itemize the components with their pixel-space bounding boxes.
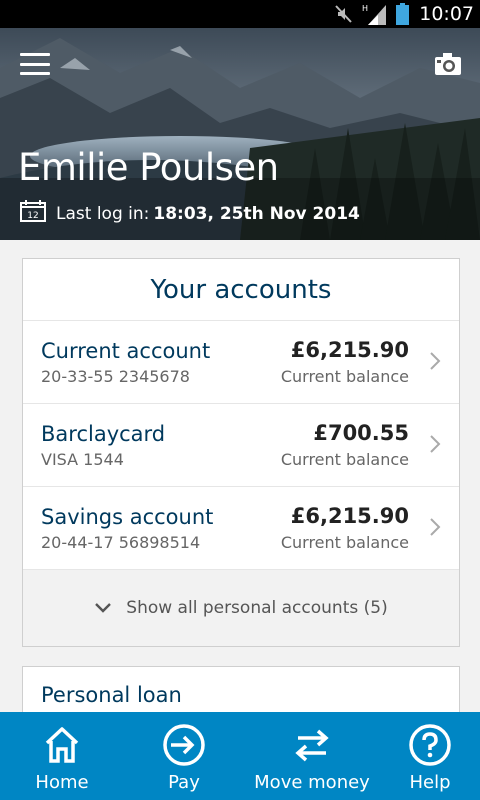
calendar-day-label: 12 (27, 211, 38, 221)
battery-icon (396, 3, 410, 25)
account-detail: 20-33-55 2345678 (41, 367, 190, 386)
menu-icon[interactable] (20, 53, 50, 75)
status-clock: 10:07 (419, 3, 474, 25)
chevron-right-icon (429, 351, 441, 375)
account-amount: £6,215.90 (290, 338, 409, 362)
last-login-label: Last log in: (56, 203, 150, 224)
last-login: 12 Last log in: 18:03, 25th Nov 2014 (20, 200, 360, 227)
nav-home-label: Home (35, 772, 89, 793)
account-balance-label: Current balance (280, 367, 409, 386)
svg-text:H: H (362, 4, 368, 13)
nav-pay[interactable]: Pay (124, 712, 244, 800)
account-row-savings[interactable]: Savings account 20-44-17 56898514 £6,215… (23, 487, 459, 570)
nav-pay-label: Pay (168, 772, 200, 793)
hero-header: Emilie Poulsen 12 Last log in: 18:03, 25… (0, 28, 480, 240)
chevron-down-icon (95, 603, 112, 613)
account-name: Barclaycard (41, 422, 166, 446)
accounts-card: Your accounts Current account 20-33-55 2… (22, 258, 460, 647)
camera-icon[interactable] (434, 52, 462, 80)
bottom-nav: Home Pay Move money Help (0, 712, 480, 800)
show-all-accounts-button[interactable]: Show all personal accounts (5) (23, 570, 459, 646)
nav-move-money[interactable]: Move money (244, 712, 380, 800)
status-bar: H 10:07 (0, 0, 480, 28)
pay-icon (162, 722, 206, 768)
account-balance-label: Current balance (280, 450, 409, 469)
account-balance-label: Current balance (280, 533, 409, 552)
account-amount: £700.55 (313, 421, 409, 445)
nav-home[interactable]: Home (0, 712, 124, 800)
mute-icon (334, 4, 354, 24)
account-name: Savings account (41, 505, 214, 529)
chevron-right-icon (429, 517, 441, 541)
chevron-right-icon (429, 434, 441, 458)
account-row-barclaycard[interactable]: Barclaycard VISA 1544 £700.55 Current ba… (23, 404, 459, 487)
hspa-signal-icon: H (362, 3, 388, 25)
account-amount: £6,215.90 (290, 504, 409, 528)
show-all-label: Show all personal accounts (5) (126, 598, 388, 618)
user-name: Emilie Poulsen (18, 146, 279, 189)
loan-name: Personal loan (41, 683, 182, 707)
transfer-icon (290, 722, 334, 768)
home-icon (42, 722, 82, 768)
account-detail: 20-44-17 56898514 (41, 533, 201, 552)
account-row-current[interactable]: Current account 20-33-55 2345678 £6,215.… (23, 321, 459, 404)
nav-move-money-label: Move money (254, 772, 370, 793)
accounts-title: Your accounts (23, 259, 459, 321)
nav-help[interactable]: Help (380, 712, 480, 800)
calendar-icon: 12 (20, 200, 46, 227)
account-name: Current account (41, 339, 211, 363)
last-login-value: 18:03, 25th Nov 2014 (153, 203, 360, 224)
nav-help-label: Help (409, 772, 451, 793)
help-icon (408, 722, 452, 768)
account-detail: VISA 1544 (41, 450, 124, 469)
